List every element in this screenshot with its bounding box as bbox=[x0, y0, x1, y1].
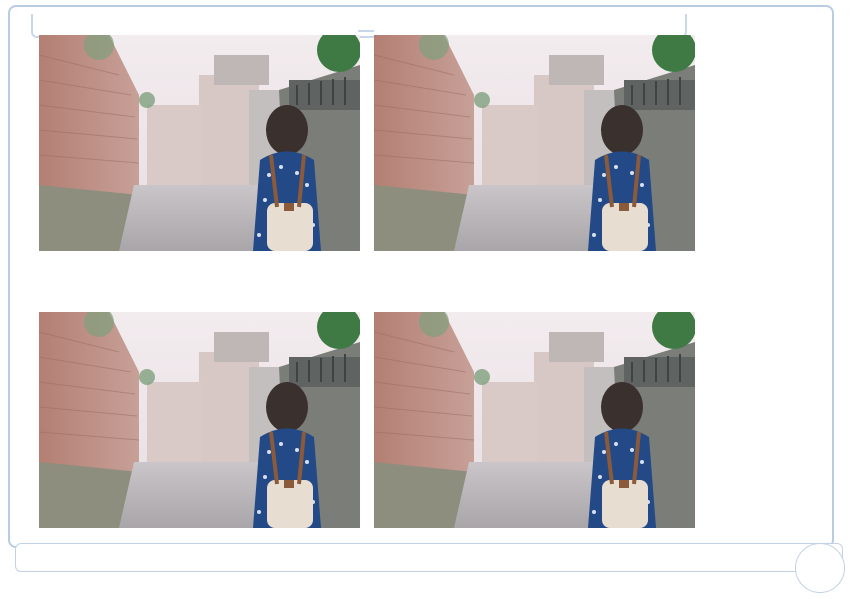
photo-grid bbox=[39, 35, 695, 529]
alley-photo-image bbox=[39, 35, 360, 251]
alley-photo-image bbox=[374, 312, 695, 528]
bottom-input-bar[interactable] bbox=[15, 543, 843, 572]
round-action-button[interactable] bbox=[795, 543, 845, 593]
alley-photo-image bbox=[374, 35, 695, 251]
photo-tile-2[interactable] bbox=[374, 35, 695, 251]
photo-tile-1[interactable] bbox=[39, 35, 360, 251]
photo-tile-4[interactable] bbox=[374, 312, 695, 528]
photo-tile-3[interactable] bbox=[39, 312, 360, 528]
alley-photo-image bbox=[39, 312, 360, 528]
